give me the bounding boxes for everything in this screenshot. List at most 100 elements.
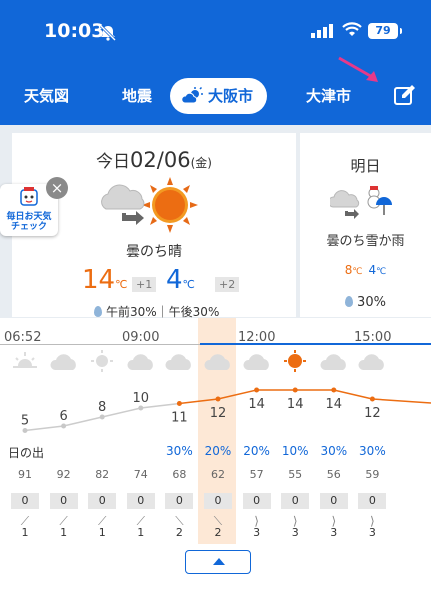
pop-cell-value: 30% <box>166 444 193 458</box>
wind-speed: 3 <box>291 526 299 539</box>
cloud-icon <box>357 350 387 372</box>
today-weather: 曇のち晴 <box>126 244 182 260</box>
daily-check-label: 毎日お天気チェック <box>6 212 52 232</box>
rainfall-value: 0 <box>49 493 78 509</box>
tab-weather-map[interactable]: 天気図 <box>24 78 69 114</box>
today-high: 14℃ <box>82 265 128 295</box>
hum-cell-value: 68 <box>172 468 187 481</box>
sun-faint-icon <box>87 350 117 372</box>
sunrise-icon <box>10 350 40 372</box>
cloud-icon <box>49 350 79 372</box>
status-time: 10:03 <box>44 20 105 42</box>
temperature-label: 5 <box>21 414 29 429</box>
hum-cell-value: 82 <box>95 468 110 481</box>
tomorrow-high: 8℃ <box>344 263 363 277</box>
cloud-sun-icon <box>181 87 203 104</box>
tomorrow-low: 4℃ <box>368 263 387 277</box>
pop-cell-value: 30% <box>359 444 386 458</box>
pop-cell-value: 20% <box>243 444 270 458</box>
temperature-line <box>372 398 431 404</box>
rain-value: 0 <box>353 493 391 509</box>
wind-direction-icon: ⟩ <box>370 514 375 528</box>
temperature-point <box>331 387 337 393</box>
bottom-edge <box>0 586 431 591</box>
wind-direction-icon: ⟍ <box>175 514 184 528</box>
wind-cell-value: ⟩ 3 <box>238 514 276 539</box>
rainfall-value: 0 <box>11 493 39 509</box>
today-prefix: 今日 <box>96 152 131 172</box>
tomorrow-title: 明日 <box>350 157 381 175</box>
rainfall-value: 0 <box>88 493 117 509</box>
pointer-arrow-icon <box>338 56 378 82</box>
rain-value: 0 <box>315 493 353 509</box>
temperature-point <box>254 387 260 393</box>
wind-speed: 2 <box>214 526 222 539</box>
temperature-point <box>215 396 221 402</box>
tab-osaka[interactable]: 大阪市 <box>170 78 268 114</box>
tab-osaka-label: 大阪市 <box>208 87 254 105</box>
temperature-point <box>99 414 105 420</box>
hum-cell-value: 59 <box>365 468 380 481</box>
today-date-value: 02/06 <box>130 148 191 172</box>
temperature-line <box>179 389 373 405</box>
temperature-chart: 5 6 8 10 11 12 14 14 14 12 <box>21 387 431 433</box>
today-weekday: (金) <box>190 156 212 170</box>
cloud-then-sun-icon <box>101 177 198 233</box>
status-bar: 10:03 79 <box>0 0 431 62</box>
tomorrow-weather: 曇のち雪か雨 <box>326 234 405 249</box>
raindrop-icon <box>94 306 102 317</box>
time-rule-now <box>200 343 431 345</box>
temperature-point <box>369 396 375 402</box>
wind-cell-value: ⟍ 2 <box>160 514 198 539</box>
badge-close-button[interactable]: × <box>46 177 68 199</box>
today-low: 4℃ <box>166 265 195 295</box>
temperature-point <box>138 405 144 411</box>
rainfall-value: 0 <box>165 493 194 509</box>
temperature-label: 8 <box>98 400 106 415</box>
wind-direction-icon: ⟩ <box>254 514 259 528</box>
rain-value: 0 <box>6 493 44 509</box>
hum-cell-value: 74 <box>133 468 148 481</box>
time-axis: 06:52 09:00 12:00 15:00 <box>0 330 431 345</box>
temperature-label: 14 <box>326 397 343 412</box>
pop-cell-value: 20% <box>204 444 232 458</box>
rainfall-value: 0 <box>242 493 271 509</box>
wind-direction-icon: ⟍ <box>213 514 223 528</box>
rainfall-value: 0 <box>126 493 155 509</box>
today-high-diff: +1 <box>132 277 157 292</box>
temperature-point <box>61 423 67 429</box>
wind-direction-icon: ⟩ <box>331 514 337 528</box>
rainfall-value: 0 <box>281 493 310 509</box>
edit-icon[interactable] <box>392 82 418 108</box>
rain-value: 0 <box>122 493 160 509</box>
collapse-button[interactable] <box>185 550 251 574</box>
hourly-forecast: 06:52 09:00 12:00 15:00 5 6 8 10 11 12 14 14 14 1… <box>0 318 431 591</box>
rain-value: 0 <box>160 493 198 509</box>
pop-cell-value: 30% <box>320 444 348 458</box>
rain-value: 0 <box>83 493 121 509</box>
temperature-point <box>292 387 298 393</box>
wind-speed: 2 <box>175 526 183 539</box>
temperature-label: 6 <box>59 409 67 424</box>
temperature-label: 14 <box>287 397 304 412</box>
temperature-label: 10 <box>133 391 150 406</box>
raindrop-icon <box>345 296 354 307</box>
wind-direction-icon: ⟋ <box>97 514 107 528</box>
pop-cell-value: 10% <box>281 444 309 458</box>
wind-cell-value: ⟩ 3 <box>276 515 314 539</box>
cloud-icon <box>203 350 233 372</box>
tab-earthquake[interactable]: 地震 <box>122 78 152 114</box>
rain-value: 0 <box>199 493 237 509</box>
wind-direction-icon: ⟋ <box>136 514 145 528</box>
wind-speed: 3 <box>368 526 376 539</box>
wind-cell-value: ⟋ 1 <box>45 514 83 539</box>
today-date: 今日02/06(金) <box>12 147 296 172</box>
rain-value: 0 <box>276 493 314 509</box>
wind-direction-icon: ⟋ <box>59 514 68 528</box>
temperature-label: 14 <box>248 397 265 412</box>
today-low-diff: +2 <box>215 277 240 292</box>
tomorrow-card[interactable]: 明日 曇のち雪か雨 8℃ 4℃ 30% <box>300 133 431 317</box>
sun-icon <box>280 350 310 372</box>
wind-speed: 1 <box>98 526 106 539</box>
wind-speed: 3 <box>253 526 261 539</box>
